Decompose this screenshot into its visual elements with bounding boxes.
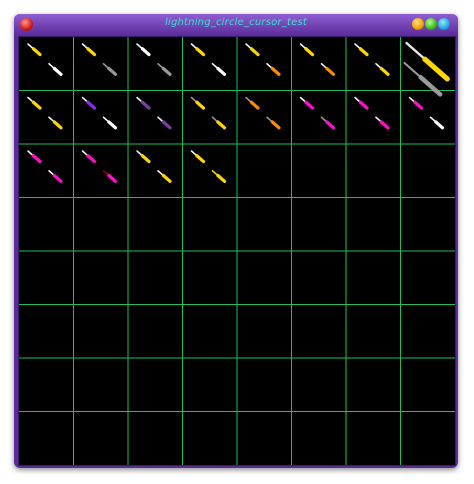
tool-handle xyxy=(325,120,336,130)
maximize-button[interactable] xyxy=(425,18,437,30)
title-bar[interactable]: lightning_circle_cursor_test xyxy=(14,14,458,36)
cursor-cell-16 xyxy=(408,96,445,130)
tool-handle xyxy=(434,120,445,130)
tool-handle xyxy=(86,154,97,164)
cursor-cell-19 xyxy=(136,150,172,183)
cursor-cell-3 xyxy=(136,43,172,76)
tool-handle xyxy=(216,120,227,130)
cursor-cell-17 xyxy=(27,150,63,183)
tool-shaft xyxy=(405,41,427,61)
tool-handle xyxy=(249,47,260,57)
tool-handle xyxy=(140,47,151,57)
tool-handle xyxy=(418,74,443,97)
cursor-cell-9 xyxy=(27,96,63,130)
cursor-cell-13 xyxy=(245,96,281,130)
shade-button[interactable] xyxy=(438,18,450,30)
tool-handle xyxy=(216,66,227,76)
tool-handle xyxy=(52,66,63,76)
cursor-cell-10 xyxy=(81,96,118,130)
cursor-cell-12 xyxy=(190,96,227,130)
tool-shaft xyxy=(403,61,422,79)
cursor-cell-7 xyxy=(354,43,390,76)
tool-handle xyxy=(195,47,206,57)
window-title: lightning_circle_cursor_test xyxy=(165,17,307,28)
tool-handle xyxy=(86,100,97,110)
tool-handle xyxy=(304,47,315,57)
tool-handle xyxy=(325,66,336,76)
cursor-cell-8 xyxy=(403,41,450,97)
cursor-cell-15 xyxy=(354,96,390,130)
cursor-cell-14 xyxy=(299,96,336,130)
tool-handle xyxy=(379,66,390,76)
app-window: lightning_circle_cursor_test xyxy=(14,14,458,468)
tool-handle xyxy=(270,120,281,130)
tool-handle xyxy=(422,56,450,82)
tool-handle xyxy=(413,100,424,110)
tool-handle xyxy=(304,100,315,110)
tool-handle xyxy=(31,154,42,164)
tool-handle xyxy=(107,66,118,76)
tool-handle xyxy=(161,173,172,183)
cursor-cell-6 xyxy=(299,43,336,76)
tool-handle xyxy=(107,120,118,130)
cursor-cell-11 xyxy=(136,96,172,130)
cursor-cell-1 xyxy=(27,43,63,76)
tool-handle xyxy=(52,173,63,183)
minimize-button[interactable] xyxy=(412,18,424,30)
tool-handle xyxy=(31,100,42,110)
tool-handle xyxy=(270,66,281,76)
tool-handle xyxy=(161,66,172,76)
tool-handle xyxy=(358,100,369,110)
tool-handle xyxy=(140,100,151,110)
cursor-cell-4 xyxy=(190,43,227,76)
cursor-cell-5 xyxy=(245,43,281,76)
tool-handle xyxy=(52,120,63,130)
tool-handle xyxy=(140,154,151,164)
tool-handle xyxy=(249,100,260,110)
tool-handle xyxy=(31,47,42,57)
tool-handle xyxy=(195,154,206,164)
cursor-cell-18 xyxy=(81,150,118,183)
cursor-cell-20 xyxy=(190,150,227,183)
cursor-cell-2 xyxy=(81,43,118,76)
tool-handle xyxy=(216,173,227,183)
tool-handle xyxy=(86,47,97,57)
tool-handle xyxy=(161,120,172,130)
cursor-grid-canvas xyxy=(18,36,456,466)
tool-handle xyxy=(379,120,390,130)
tool-handle xyxy=(358,47,369,57)
tool-handle xyxy=(195,100,206,110)
cursor-grid xyxy=(19,37,455,465)
tool-handle xyxy=(107,173,118,183)
